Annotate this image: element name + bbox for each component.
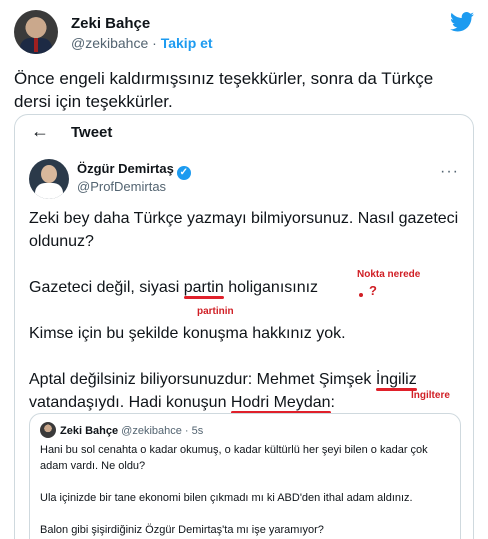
back-arrow-icon[interactable]: ← xyxy=(31,121,49,142)
paragraph-1: Zeki bey daha Türkçe yazmayı bilmiyorsun… xyxy=(29,210,459,250)
quoted-tweet[interactable]: Zeki Bahçe @zekibahce · 5s Hani bu sol c… xyxy=(29,413,461,539)
annotation-question-mark: ? xyxy=(369,283,377,298)
author-name[interactable]: Zeki Bahçe xyxy=(71,15,150,32)
annotation-nokta-nerede: Nokta nerede xyxy=(357,269,421,280)
embed-header: ← Tweet xyxy=(15,115,473,149)
inner-tweet-text: Zeki bey daha Türkçe yazmayı bilmiyorsun… xyxy=(29,207,469,414)
quoted-tweet-body: Hani bu sol cenahta o kadar okumuş, o ka… xyxy=(40,442,454,539)
inner-author: Özgür Demirtaş ✓ @ProfDemirtas ··· xyxy=(15,159,473,199)
paragraph-4: Aptal değilsiniz biliyorsunuzdur: Mehmet… xyxy=(29,371,417,411)
author-handle-row: @zekibahce · Takip et xyxy=(71,35,213,51)
separator: · xyxy=(152,35,157,51)
verified-badge-icon: ✓ xyxy=(176,166,191,180)
embed-title: Tweet xyxy=(71,124,113,141)
twitter-bird-icon[interactable] xyxy=(450,12,474,32)
paragraph-3: Kimse için bu şekilde konuşma hakkınız y… xyxy=(29,325,346,342)
inner-avatar[interactable] xyxy=(29,159,69,199)
embedded-tweet-screenshot: ← Tweet Özgür Demirtaş ✓ @ProfDemirtas ··… xyxy=(14,114,474,539)
annotation-ingiltere: İngiltere xyxy=(411,390,450,401)
underlined-hodri-meydan: Hodri Meydan xyxy=(230,394,331,411)
inner-author-name[interactable]: Özgür Demirtaş ✓ xyxy=(77,161,191,180)
quoted-tweet-header: Zeki Bahçe @zekibahce · 5s xyxy=(40,422,203,438)
inner-author-handle[interactable]: @ProfDemirtas xyxy=(77,179,166,194)
author-handle[interactable]: @zekibahce xyxy=(71,35,148,51)
quoted-line: Balon gibi şişirdiğiniz Özgür Demirtaş't… xyxy=(40,524,324,536)
more-options-icon[interactable]: ··· xyxy=(440,163,459,181)
follow-button[interactable]: Takip et xyxy=(161,35,213,51)
quoted-author-name: Zeki Bahçe xyxy=(60,425,119,437)
annotation-partinin: partinin xyxy=(197,306,234,317)
quoted-author-avatar xyxy=(40,422,56,438)
quoted-author-handle: @zekibahce xyxy=(121,425,182,437)
quoted-line: Ula içinizde bir tane ekonomi bilen çıkm… xyxy=(40,492,413,504)
quoted-line: Hani bu sol cenahta o kadar okumuş, o ka… xyxy=(40,444,428,472)
underlined-ingiliz: İngiliz xyxy=(375,371,417,388)
underlined-partin: partin xyxy=(183,279,224,296)
tweet-header: Zeki Bahçe @zekibahce · Takip et xyxy=(14,10,474,56)
annotation-dot xyxy=(359,293,363,297)
author-avatar[interactable] xyxy=(14,10,58,54)
quoted-time: · 5s xyxy=(184,425,204,437)
tweet-text: Önce engeli kaldırmışsınız teşekkürler, … xyxy=(14,69,434,111)
